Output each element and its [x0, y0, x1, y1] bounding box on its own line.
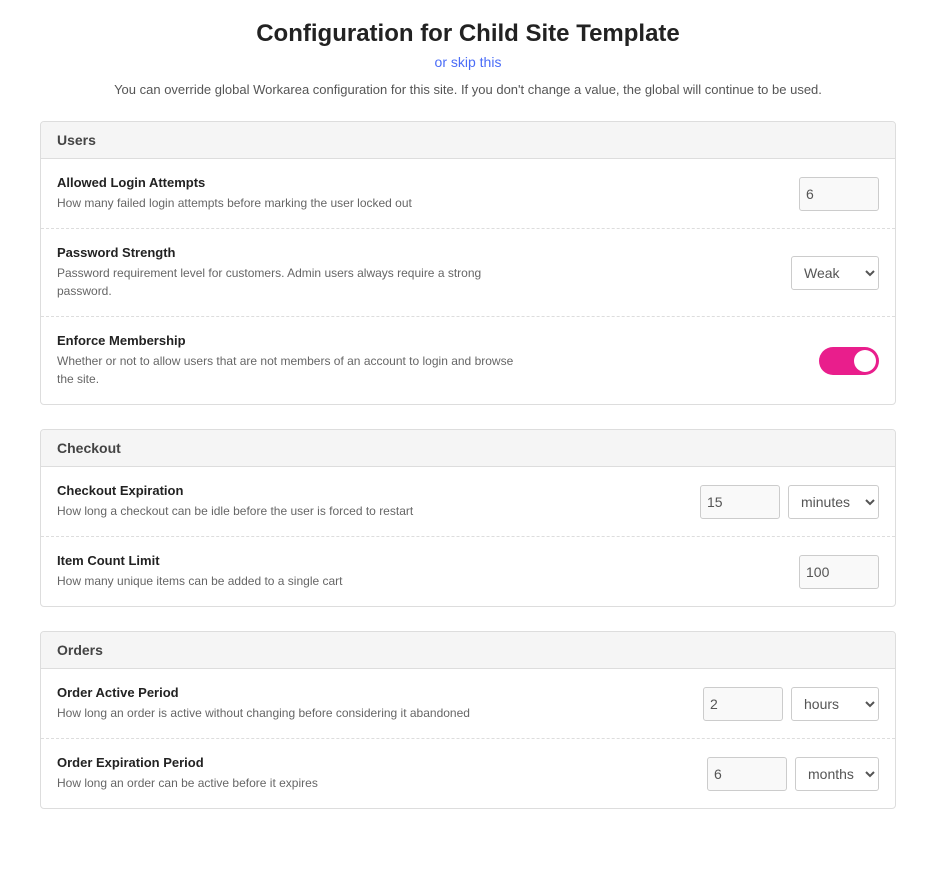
config-title-order-expiration-period: Order Expiration Period: [57, 755, 517, 770]
page-subtitle: You can override global Workarea configu…: [40, 82, 896, 97]
config-control-allowed-login-attempts: [799, 177, 879, 211]
config-label-order-active-period: Order Active Period How long an order is …: [57, 685, 517, 722]
number-input-order-expiration-period[interactable]: [707, 757, 787, 791]
config-label-checkout-expiration: Checkout Expiration How long a checkout c…: [57, 483, 517, 520]
config-desc-password-strength: Password requirement level for customers…: [57, 264, 517, 300]
page-title: Configuration for Child Site Template: [40, 20, 896, 48]
skip-link[interactable]: or skip this: [40, 54, 896, 70]
config-desc-checkout-expiration: How long a checkout can be idle before t…: [57, 502, 517, 520]
section-header-orders: Orders: [41, 632, 895, 669]
select-input-checkout-expiration[interactable]: secondsminuteshoursdays: [788, 485, 879, 519]
config-row-enforce-membership: Enforce Membership Whether or not to allo…: [41, 317, 895, 404]
config-row-password-strength: Password Strength Password requirement le…: [41, 229, 895, 317]
config-control-order-expiration-period: daysweeksmonthsyears: [707, 757, 879, 791]
section-header-checkout: Checkout: [41, 430, 895, 467]
config-title-enforce-membership: Enforce Membership: [57, 333, 517, 348]
config-control-password-strength: WeakMediumStrong: [791, 256, 879, 290]
config-desc-allowed-login-attempts: How many failed login attempts before ma…: [57, 194, 517, 212]
select-input-password-strength[interactable]: WeakMediumStrong: [791, 256, 879, 290]
config-desc-order-expiration-period: How long an order can be active before i…: [57, 774, 517, 792]
number-input-item-count-limit[interactable]: [799, 555, 879, 589]
config-desc-enforce-membership: Whether or not to allow users that are n…: [57, 352, 517, 388]
config-title-item-count-limit: Item Count Limit: [57, 553, 517, 568]
config-control-order-active-period: minuteshoursdaysweeks: [703, 687, 879, 721]
config-label-order-expiration-period: Order Expiration Period How long an order…: [57, 755, 517, 792]
config-title-checkout-expiration: Checkout Expiration: [57, 483, 517, 498]
select-input-order-active-period[interactable]: minuteshoursdaysweeks: [791, 687, 879, 721]
section-orders: Orders Order Active Period How long an ord…: [40, 631, 896, 809]
config-label-allowed-login-attempts: Allowed Login Attempts How many failed lo…: [57, 175, 517, 212]
config-title-password-strength: Password Strength: [57, 245, 517, 260]
config-title-allowed-login-attempts: Allowed Login Attempts: [57, 175, 517, 190]
section-checkout: Checkout Checkout Expiration How long a ch…: [40, 429, 896, 607]
select-input-order-expiration-period[interactable]: daysweeksmonthsyears: [795, 757, 879, 791]
toggle-enforce-membership[interactable]: NO: [819, 347, 879, 375]
section-header-users: Users: [41, 122, 895, 159]
config-title-order-active-period: Order Active Period: [57, 685, 517, 700]
config-control-checkout-expiration: secondsminuteshoursdays: [700, 485, 879, 519]
number-input-allowed-login-attempts[interactable]: [799, 177, 879, 211]
config-desc-order-active-period: How long an order is active without chan…: [57, 704, 517, 722]
number-input-order-active-period[interactable]: [703, 687, 783, 721]
config-control-item-count-limit: [799, 555, 879, 589]
config-label-item-count-limit: Item Count Limit How many unique items ca…: [57, 553, 517, 590]
config-control-enforce-membership: NO: [819, 347, 879, 375]
toggle-label-enforce-membership: NO: [858, 355, 873, 366]
config-row-allowed-login-attempts: Allowed Login Attempts How many failed lo…: [41, 159, 895, 229]
toggle-slider-enforce-membership: NO: [819, 347, 879, 375]
toggle-wrapper-enforce-membership: NO: [819, 347, 879, 375]
config-row-checkout-expiration: Checkout Expiration How long a checkout c…: [41, 467, 895, 537]
config-desc-item-count-limit: How many unique items can be added to a …: [57, 572, 517, 590]
section-users: Users Allowed Login Attempts How many fail…: [40, 121, 896, 405]
config-label-enforce-membership: Enforce Membership Whether or not to allo…: [57, 333, 517, 388]
config-row-order-active-period: Order Active Period How long an order is …: [41, 669, 895, 739]
number-input-checkout-expiration[interactable]: [700, 485, 780, 519]
config-label-password-strength: Password Strength Password requirement le…: [57, 245, 517, 300]
config-row-item-count-limit: Item Count Limit How many unique items ca…: [41, 537, 895, 606]
config-row-order-expiration-period: Order Expiration Period How long an order…: [41, 739, 895, 808]
